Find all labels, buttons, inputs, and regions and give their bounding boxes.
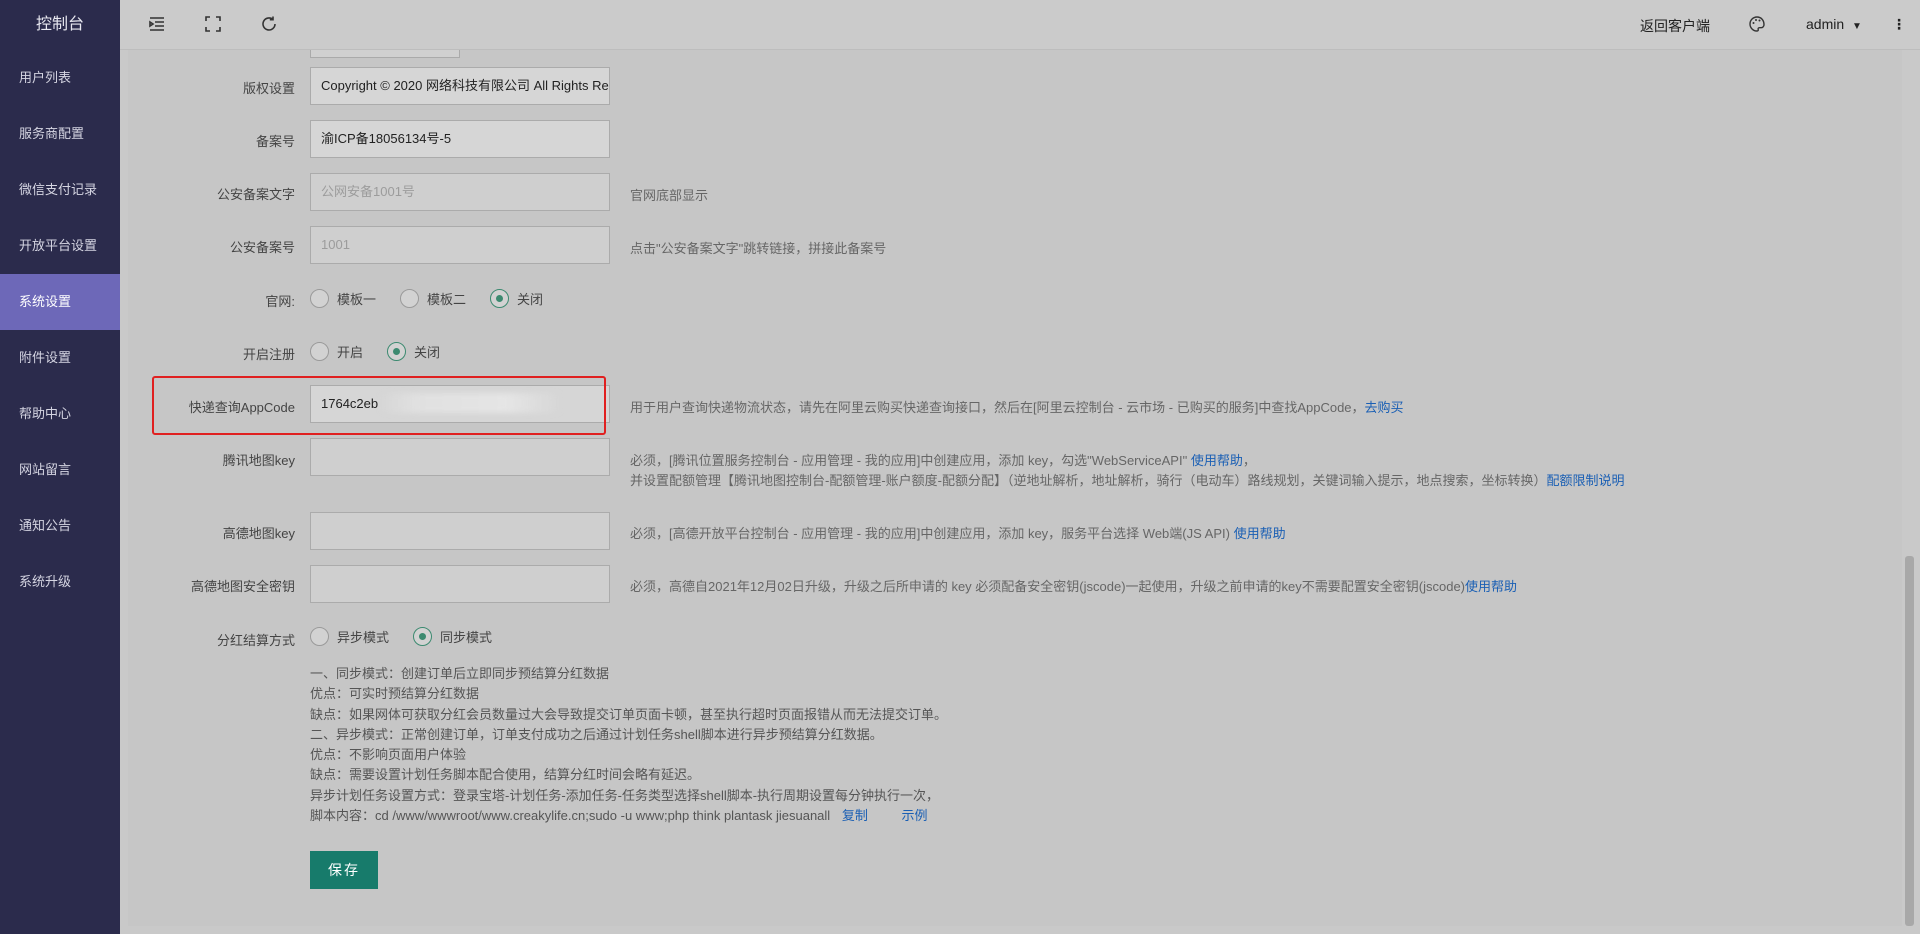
- website-option-template1[interactable]: 模板一: [310, 289, 376, 308]
- amap-help-link[interactable]: 使用帮助: [1234, 526, 1286, 541]
- amap-secret-label: 高德地图安全密钥: [190, 579, 295, 594]
- express-appcode-hint: 用于用户查询快递物流状态，请先在阿里云购买快递查询接口，然后在[阿里云控制台 -…: [630, 400, 1404, 415]
- website-radio-group: 模板一 模板二 关闭: [310, 289, 567, 308]
- note-line: 优点：可实时预结算分红数据: [310, 686, 480, 702]
- tencent-map-label: 腾讯地图key: [222, 453, 295, 468]
- note-line: 优点：不影响页面用户体验: [310, 747, 467, 763]
- sidebar-item-upgrade[interactable]: 系统升级: [0, 554, 120, 610]
- radio-circle-checked: [490, 289, 510, 308]
- back-to-client-link[interactable]: 返回客户端: [1640, 16, 1710, 36]
- icp-label: 备案号: [255, 134, 295, 149]
- script-content-line: 脚本内容：cd /www/wwwroot/www.creakylife.cn;s…: [310, 808, 928, 824]
- police-text-hint: 官网底部显示: [630, 188, 709, 203]
- settle-mode-radio-group: 异步模式 同步模式: [310, 627, 516, 646]
- copyright-label: 版权设置: [242, 81, 295, 96]
- sidebar-item-notices[interactable]: 通知公告: [0, 498, 120, 554]
- quota-help-link[interactable]: 配额限制说明: [1547, 473, 1625, 488]
- settle-option-async[interactable]: 异步模式: [310, 627, 389, 646]
- amap-key-hint: 必须，[高德开放平台控制台 - 应用管理 - 我的应用]中创建应用，添加 key…: [630, 526, 1286, 541]
- register-radio-group: 开启 关闭: [310, 342, 464, 361]
- save-button[interactable]: 保存: [310, 851, 378, 889]
- amap-secret-help-link[interactable]: 使用帮助: [1465, 579, 1517, 594]
- sidebar-item-messages[interactable]: 网站留言: [0, 442, 120, 498]
- register-option-off[interactable]: 关闭: [387, 342, 440, 361]
- previous-field-edge: [310, 50, 460, 58]
- example-link[interactable]: 示例: [901, 808, 927, 823]
- sidebar-item-system-settings[interactable]: 系统设置: [0, 274, 120, 330]
- radio-circle: [310, 289, 329, 308]
- sidebar-item-help-center[interactable]: 帮助中心: [0, 386, 120, 442]
- settle-mode-notes: 一、同步模式：创建订单后立即同步预结算分红数据 优点：可实时预结算分红数据 缺点…: [310, 664, 947, 826]
- note-line: 异步计划任务设置方式：登录宝塔-计划任务-添加任务-任务类型选择shell脚本-…: [310, 787, 940, 803]
- sidebar-item-attachment[interactable]: 附件设置: [0, 330, 120, 386]
- register-label: 开启注册: [242, 347, 295, 362]
- radio-circle-checked: [413, 627, 433, 646]
- amap-key-input[interactable]: [310, 512, 610, 550]
- amap-key-label: 高德地图key: [222, 526, 295, 541]
- settle-mode-label: 分红结算方式: [216, 633, 295, 648]
- collapse-menu-icon[interactable]: [148, 15, 168, 35]
- sidebar-item-open-platform[interactable]: 开放平台设置: [0, 218, 120, 274]
- user-name: admin: [1806, 16, 1845, 32]
- refresh-icon[interactable]: [260, 15, 280, 35]
- fullscreen-icon[interactable]: [204, 15, 224, 35]
- tencent-map-hint-line2: 并设置配额管理【腾讯地图控制台-配额管理-账户额度-配额分配】（逆地址解析，地址…: [630, 473, 1625, 488]
- icp-input[interactable]: 渝ICP备18056134号-5: [310, 120, 610, 158]
- copyright-input[interactable]: Copyright © 2020 网络科技有限公司 All Rights Res…: [310, 67, 610, 105]
- caret-down-icon: ▼: [1852, 21, 1862, 32]
- theme-palette-icon[interactable]: [1748, 15, 1768, 35]
- tencent-map-input[interactable]: [310, 438, 610, 476]
- amap-secret-hint: 必须，高德自2021年12月02日升级，升级之后所申请的 key 必须配备安全密…: [630, 579, 1518, 594]
- radio-circle: [310, 342, 329, 361]
- police-no-hint: 点击"公安备案文字"跳转链接，拼接此备案号: [630, 241, 887, 256]
- radio-circle: [400, 289, 420, 308]
- amap-secret-input[interactable]: [310, 565, 610, 603]
- sidebar-item-provider-config[interactable]: 服务商配置: [0, 106, 120, 162]
- radio-circle: [310, 627, 329, 646]
- sidebar-item-user-list[interactable]: 用户列表: [0, 50, 120, 106]
- website-label: 官网:: [265, 294, 295, 309]
- top-header: 返回客户端 admin ▼ ⋮: [120, 0, 1920, 50]
- buy-link[interactable]: 去购买: [1365, 400, 1404, 415]
- police-text-input[interactable]: 公网安备1001号: [310, 173, 610, 211]
- settle-option-sync[interactable]: 同步模式: [413, 627, 492, 646]
- tencent-help-link[interactable]: 使用帮助: [1191, 453, 1243, 468]
- police-no-label: 公安备案号: [229, 240, 295, 255]
- website-option-template2[interactable]: 模板二: [400, 289, 466, 308]
- red-highlight-box: [152, 376, 606, 435]
- police-no-input[interactable]: 1001: [310, 226, 610, 264]
- scrollbar-thumb[interactable]: [1905, 556, 1914, 926]
- sidebar: 控制台 用户列表 服务商配置 微信支付记录 开放平台设置 系统设置 附件设置 帮…: [0, 0, 120, 934]
- register-option-on[interactable]: 开启: [310, 342, 363, 361]
- copy-link[interactable]: 复制: [842, 808, 868, 823]
- radio-circle-checked: [387, 342, 407, 361]
- note-line: 缺点：如果网体可获取分红会员数量过大会导致提交订单页面卡顿，甚至执行超时页面报错…: [310, 706, 948, 722]
- police-text-label: 公安备案文字: [216, 187, 295, 202]
- sidebar-item-wechat-pay[interactable]: 微信支付记录: [0, 162, 120, 218]
- sidebar-brand[interactable]: 控制台: [0, 0, 120, 50]
- user-menu[interactable]: admin ▼: [1806, 16, 1862, 32]
- website-option-close[interactable]: 关闭: [490, 289, 543, 308]
- note-line: 一、同步模式：创建订单后立即同步预结算分红数据: [310, 666, 610, 681]
- more-vertical-icon[interactable]: ⋮: [1892, 16, 1906, 33]
- note-line: 缺点：需要设置计划任务脚本配合使用，结算分红时间会略有延迟。: [310, 767, 701, 783]
- tencent-map-hint-line1: 必须，[腾讯位置服务控制台 - 应用管理 - 我的应用]中创建应用，添加 key…: [630, 453, 1256, 468]
- note-line: 二、异步模式：正常创建订单，订单支付成功之后通过计划任务shell脚本进行异步预…: [310, 726, 883, 742]
